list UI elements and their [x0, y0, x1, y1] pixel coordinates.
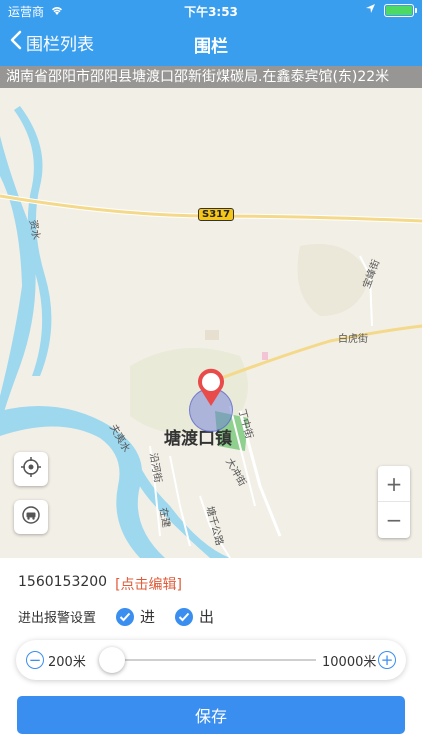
- enter-alarm-label: 进: [140, 608, 156, 626]
- status-time: 下午3:53: [184, 5, 238, 19]
- status-bar: 运营商 下午3:53: [0, 0, 422, 22]
- alarm-settings-label: 进出报警设置: [18, 611, 97, 626]
- battery-icon: [384, 3, 417, 17]
- map-view[interactable]: 湖南省邵阳市邵阳县塘渡口邵新街煤碳局.在鑫泰宾馆(东)22米 S317 白虎街 …: [0, 66, 422, 558]
- alarm-settings-row: 进出报警设置 进 出: [18, 606, 214, 627]
- device-location-button[interactable]: [14, 500, 48, 534]
- radius-slider-thumb[interactable]: [99, 647, 125, 673]
- page-title: 围栏: [194, 37, 228, 57]
- road-badge: S317: [198, 208, 235, 221]
- zoom-out-button[interactable]: −: [378, 502, 410, 538]
- location-arrow-icon: [365, 3, 376, 17]
- battery-level: [386, 5, 412, 15]
- radius-slider-track[interactable]: [106, 659, 316, 661]
- save-button[interactable]: 保存: [17, 696, 405, 734]
- zoom-in-button[interactable]: +: [378, 466, 410, 502]
- edit-link[interactable]: [点击编辑]: [115, 574, 182, 594]
- radius-max-label: 10000米: [322, 655, 377, 670]
- target-icon: [21, 457, 41, 481]
- checkmark-icon: [116, 607, 135, 626]
- radius-slider-card: − 200米 10000米 +: [16, 640, 406, 680]
- exit-alarm-label: 出: [199, 608, 215, 626]
- car-icon: [21, 505, 41, 529]
- street-label: 白虎街: [338, 334, 368, 345]
- map-canvas: [0, 106, 422, 558]
- zoom-control: + −: [378, 466, 410, 538]
- radius-min-label: 200米: [48, 655, 86, 670]
- exit-alarm-checkbox[interactable]: 出: [175, 606, 214, 627]
- radius-increase-button[interactable]: +: [378, 651, 396, 669]
- location-pin-icon[interactable]: [195, 368, 227, 412]
- street-label: 在建: [156, 507, 172, 529]
- radius-decrease-button[interactable]: −: [26, 651, 44, 669]
- device-id: 1560153200: [18, 574, 108, 590]
- enter-alarm-checkbox[interactable]: 进: [116, 606, 155, 627]
- device-row: 1560153200 [点击编辑]: [18, 574, 182, 594]
- river-label: 资水: [26, 219, 42, 241]
- fence-settings-panel: 1560153200 [点击编辑] 进出报警设置 进 出 − 200米 1000…: [0, 558, 422, 750]
- nav-bar: 围栏列表 围栏: [0, 22, 422, 66]
- status-right: [365, 3, 417, 17]
- header: 运营商 下午3:53 围栏列表 围栏: [0, 0, 422, 66]
- checkmark-icon: [175, 607, 194, 626]
- locate-me-button[interactable]: [14, 452, 48, 486]
- address-bar: 湖南省邵阳市邵阳县塘渡口邵新街煤碳局.在鑫泰宾馆(东)22米: [0, 66, 422, 88]
